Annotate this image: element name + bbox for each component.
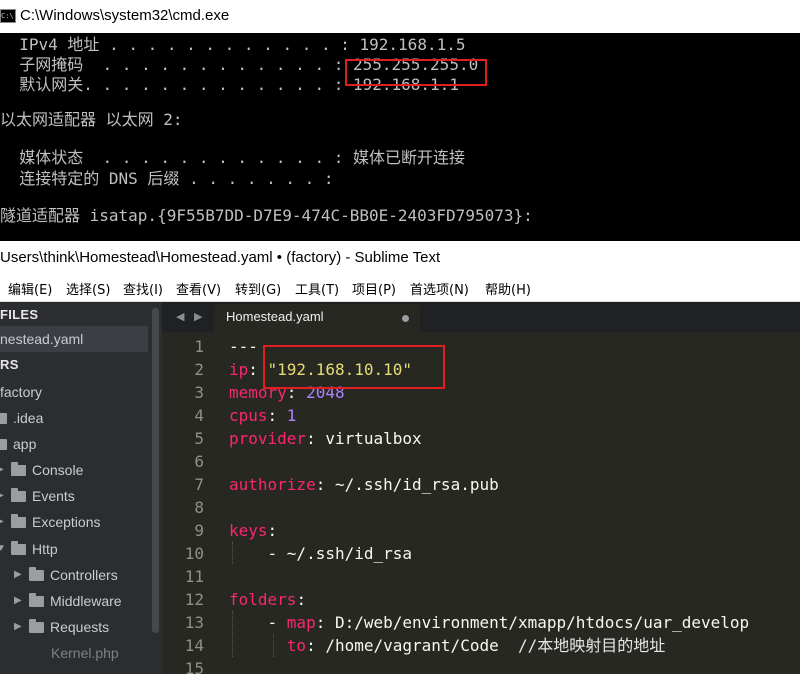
chevron-right-icon: ▶	[0, 457, 6, 483]
line-number: 8	[194, 498, 204, 517]
menu-help[interactable]: 帮助(H)	[485, 279, 531, 298]
ip-address-highlight-box	[345, 59, 487, 86]
line-number: 5	[194, 429, 204, 448]
chevron-right-icon: ▶	[0, 509, 6, 535]
line-number: 7	[194, 475, 204, 494]
folder-open-icon	[0, 438, 7, 450]
sidebar-item-label: Events	[32, 488, 75, 504]
line-number: 2	[194, 360, 204, 379]
sidebar-item-requests[interactable]: ▶ Requests	[14, 614, 109, 640]
chevron-right-icon: ▶	[14, 621, 22, 633]
sidebar-open-file[interactable]: nestead.yaml	[0, 326, 148, 352]
menu-tools[interactable]: 工具(T)	[295, 279, 339, 298]
code-line-14: to: /home/vagrant/Code //本地映射目的地址	[286, 636, 666, 655]
folder-icon	[29, 592, 44, 607]
line-number: 9	[194, 521, 204, 540]
cmd-app-icon: C:\.	[0, 9, 16, 23]
sidebar-scrollbar[interactable]	[152, 308, 159, 633]
line-number: 4	[194, 406, 204, 425]
line-number: 11	[184, 567, 204, 586]
menu-view[interactable]: 查看(V)	[176, 279, 221, 298]
sidebar-item-label: .idea	[13, 410, 44, 426]
cmd-console-output[interactable]: IPv4 地址 . . . . . . . . . . . . : 192.16…	[0, 33, 800, 241]
line-number: 13	[184, 613, 204, 632]
yaml-ip-highlight-box	[263, 345, 445, 389]
sidebar-item-kernel[interactable]: Kernel.php	[51, 640, 119, 666]
code-line-10: - ~/.ssh/id_rsa	[267, 544, 413, 563]
tab-dirty-dot-icon[interactable]	[402, 315, 409, 322]
sidebar-item-http[interactable]: ▼ Http	[0, 536, 58, 562]
chevron-right-icon: ▶	[0, 483, 6, 509]
sidebar-root-folder[interactable]: factory	[0, 379, 42, 405]
tab-bar: ◀ ▶ Homestead.yaml	[162, 302, 800, 332]
sidebar-item-label: Kernel.php	[51, 645, 119, 661]
sidebar-item-idea[interactable]: .idea	[0, 405, 43, 431]
line-number: 10	[184, 544, 204, 563]
menu-project[interactable]: 项目(P)	[352, 279, 396, 298]
sidebar: FILES nestead.yaml RS factory .idea app …	[0, 302, 162, 674]
code-line-13: - map: D:/web/environment/xmapp/htdocs/u…	[229, 613, 750, 632]
line-number: 3	[194, 383, 204, 402]
tab-scroll-left-icon[interactable]: ◀	[176, 310, 184, 323]
cmd-window-title: C:\Windows\system32\cmd.exe	[20, 7, 230, 24]
console-line: 连接特定的 DNS 后缀 . . . . . . . :	[0, 169, 334, 188]
console-line: IPv4 地址 . . . . . . . . . . . . : 192.16…	[0, 35, 466, 54]
menu-goto[interactable]: 转到(G)	[235, 279, 281, 298]
menu-selection[interactable]: 选择(S)	[66, 279, 110, 298]
sidebar-item-label: factory	[0, 384, 43, 400]
line-number-gutter: 1 2 3 4 5 6 7 8 9 10 11 12 13 14 15	[162, 332, 210, 674]
console-line: 以太网适配器 以太网 2:	[0, 110, 183, 129]
sidebar-item-label: Controllers	[50, 567, 118, 583]
console-line: 隧道适配器 isatap.{9F55B7DD-D7E9-474C-BB0E-24…	[0, 206, 533, 225]
tab-label: Homestead.yaml	[226, 309, 324, 324]
chevron-right-icon: ▶	[14, 595, 22, 607]
code-editor[interactable]: 1 2 3 4 5 6 7 8 9 10 11 12 13 14 15 --- …	[162, 332, 800, 674]
folder-icon	[29, 618, 44, 633]
chevron-down-icon: ▼	[0, 543, 6, 555]
folder-icon	[29, 566, 44, 581]
folder-icon	[0, 412, 7, 424]
folder-icon	[11, 487, 26, 502]
sidebar-item-controllers[interactable]: ▶ Controllers	[14, 562, 118, 588]
menu-preferences[interactable]: 首选项(N)	[410, 279, 469, 298]
line-number: 14	[184, 636, 204, 655]
chevron-right-icon: ▶	[14, 569, 22, 581]
sidebar-item-label: Exceptions	[32, 514, 101, 530]
line-number: 15	[184, 659, 204, 674]
sidebar-item-label: app	[13, 436, 37, 452]
code-line-9: keys:	[229, 521, 278, 540]
folder-icon	[11, 513, 26, 528]
sidebar-item-app[interactable]: app	[0, 431, 36, 457]
sidebar-item-label: Requests	[50, 619, 110, 635]
code-line-1: ---	[229, 337, 258, 356]
code-line-5: provider: virtualbox	[229, 429, 422, 448]
tab-scroll-right-icon[interactable]: ▶	[194, 310, 202, 323]
line-number: 6	[194, 452, 204, 471]
sublime-window-title: Users\think\Homestead\Homestead.yaml • (…	[0, 249, 441, 266]
code-line-12: folders:	[229, 590, 307, 609]
sidebar-item-label: Console	[32, 462, 84, 478]
tab-homestead-yaml[interactable]: Homestead.yaml	[214, 304, 420, 332]
sidebar-item-console[interactable]: ▶ Console	[0, 457, 83, 483]
sidebar-open-files-header: FILES	[0, 307, 39, 322]
sidebar-item-middleware[interactable]: ▶ Middleware	[14, 588, 122, 614]
cmd-titlebar[interactable]: C:\. C:\Windows\system32\cmd.exe	[0, 0, 800, 33]
code-line-4: cpus: 1	[229, 406, 297, 425]
sublime-menubar: 编辑(E) 选择(S) 查找(I) 查看(V) 转到(G) 工具(T) 项目(P…	[0, 274, 800, 302]
line-number: 12	[184, 590, 204, 609]
sidebar-item-exceptions[interactable]: ▶ Exceptions	[0, 509, 100, 535]
menu-edit[interactable]: 编辑(E)	[8, 279, 52, 298]
sidebar-open-file-label: nestead.yaml	[0, 331, 84, 347]
sidebar-item-label: Http	[32, 541, 58, 557]
sidebar-item-label: Middleware	[50, 593, 122, 609]
folder-open-icon	[11, 540, 26, 555]
folder-icon	[11, 461, 26, 476]
sidebar-folders-header: RS	[0, 357, 19, 372]
sublime-titlebar[interactable]: Users\think\Homestead\Homestead.yaml • (…	[0, 241, 800, 274]
console-line: 媒体状态 . . . . . . . . . . . . : 媒体已断开连接	[0, 148, 465, 167]
sidebar-item-events[interactable]: ▶ Events	[0, 483, 75, 509]
line-number: 1	[194, 337, 204, 356]
menu-find[interactable]: 查找(I)	[123, 279, 163, 298]
code-line-7: authorize: ~/.ssh/id_rsa.pub	[229, 475, 499, 494]
